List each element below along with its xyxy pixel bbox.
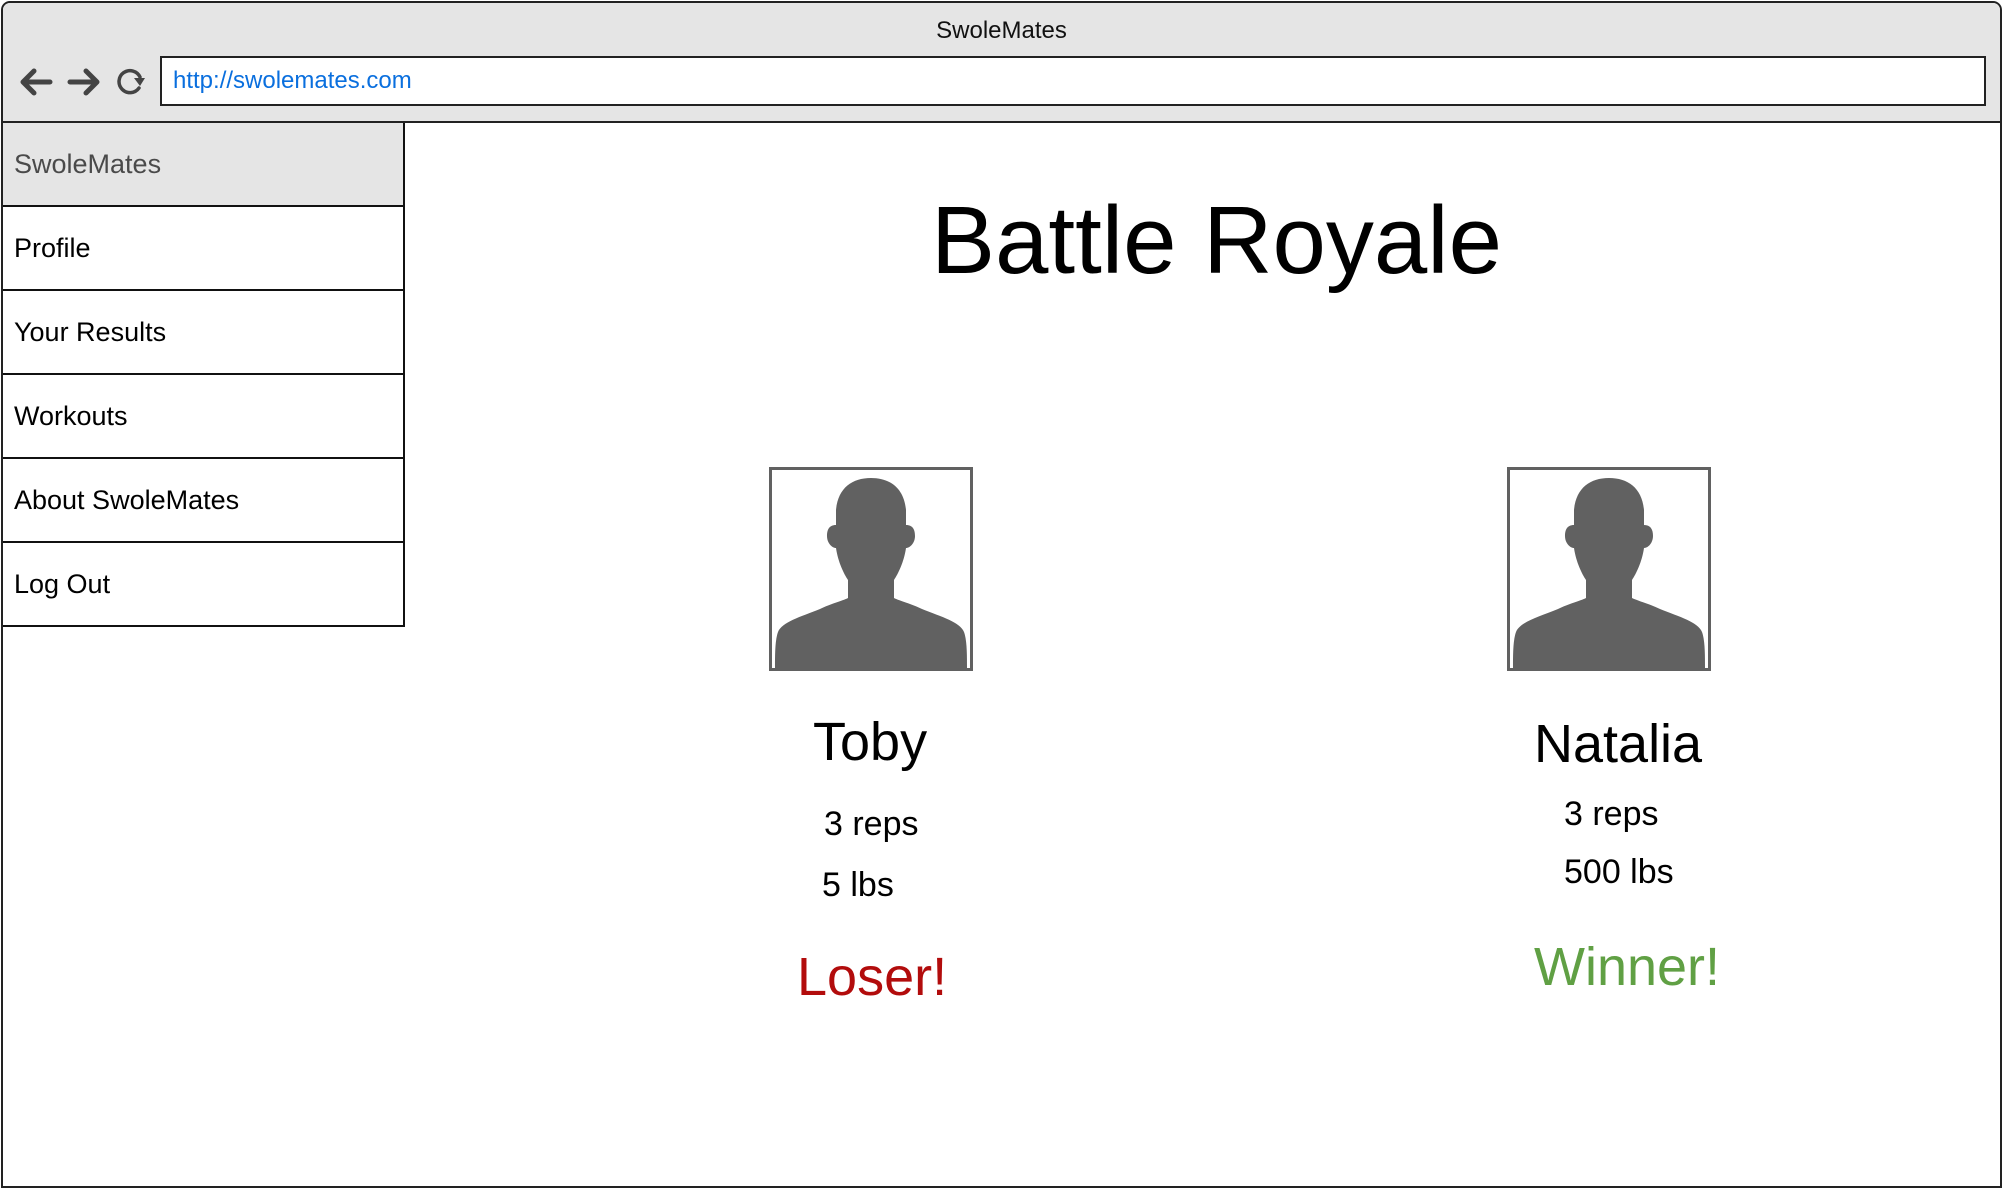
player-card-left: Toby 3 reps 5 lbs Loser!: [769, 467, 973, 1007]
player-name: Natalia: [1534, 714, 1703, 774]
sidebar-header: SwoleMates: [3, 123, 403, 207]
player-weight: 500 lbs: [1564, 853, 1674, 891]
user-silhouette-icon: [1513, 478, 1705, 668]
user-silhouette-icon: [775, 478, 967, 668]
player-reps: 3 reps: [824, 805, 919, 843]
arrow-left-icon: [20, 68, 53, 96]
browser-chrome: SwoleMates http://swolemates.com: [3, 3, 2000, 123]
sidebar-item-about[interactable]: About SwoleMates: [3, 459, 403, 543]
player-card-right: Natalia 3 reps 500 lbs Winner!: [1507, 467, 1720, 997]
back-button[interactable]: [18, 61, 54, 103]
sidebar-item-log-out[interactable]: Log Out: [3, 543, 403, 627]
sidebar-item-your-results[interactable]: Your Results: [3, 291, 403, 375]
arrow-right-icon: [67, 68, 100, 96]
player-name: Toby: [813, 712, 928, 772]
sidebar-item-label: Your Results: [14, 316, 167, 347]
player-weight: 5 lbs: [822, 866, 894, 904]
sidebar-item-label: Workouts: [14, 400, 128, 431]
sidebar-item-profile[interactable]: Profile: [3, 207, 403, 291]
sidebar-item-workouts[interactable]: Workouts: [3, 375, 403, 459]
sidebar: SwoleMates Profile Your Results Workouts…: [3, 123, 405, 627]
sidebar-item-label: About SwoleMates: [14, 484, 240, 515]
reload-button[interactable]: [113, 61, 149, 103]
player-reps: 3 reps: [1564, 795, 1659, 833]
avatar: [769, 467, 973, 671]
avatar: [1507, 467, 1711, 671]
result-badge-loser: Loser!: [797, 947, 948, 1007]
sidebar-item-label: Log Out: [14, 568, 111, 599]
reload-icon: [117, 68, 145, 95]
sidebar-brand: SwoleMates: [14, 148, 162, 179]
forward-button[interactable]: [66, 61, 102, 103]
browser-window: SwoleMates http://swolemates.com SwoleMa…: [1, 1, 2002, 1188]
page-title: Battle Royale: [931, 187, 1502, 294]
window-title: SwoleMates: [936, 17, 1067, 44]
sidebar-item-label: Profile: [14, 232, 91, 263]
url-bar[interactable]: http://swolemates.com: [160, 56, 1986, 106]
url-text: http://swolemates.com: [173, 67, 412, 94]
result-badge-winner: Winner!: [1534, 937, 1721, 997]
